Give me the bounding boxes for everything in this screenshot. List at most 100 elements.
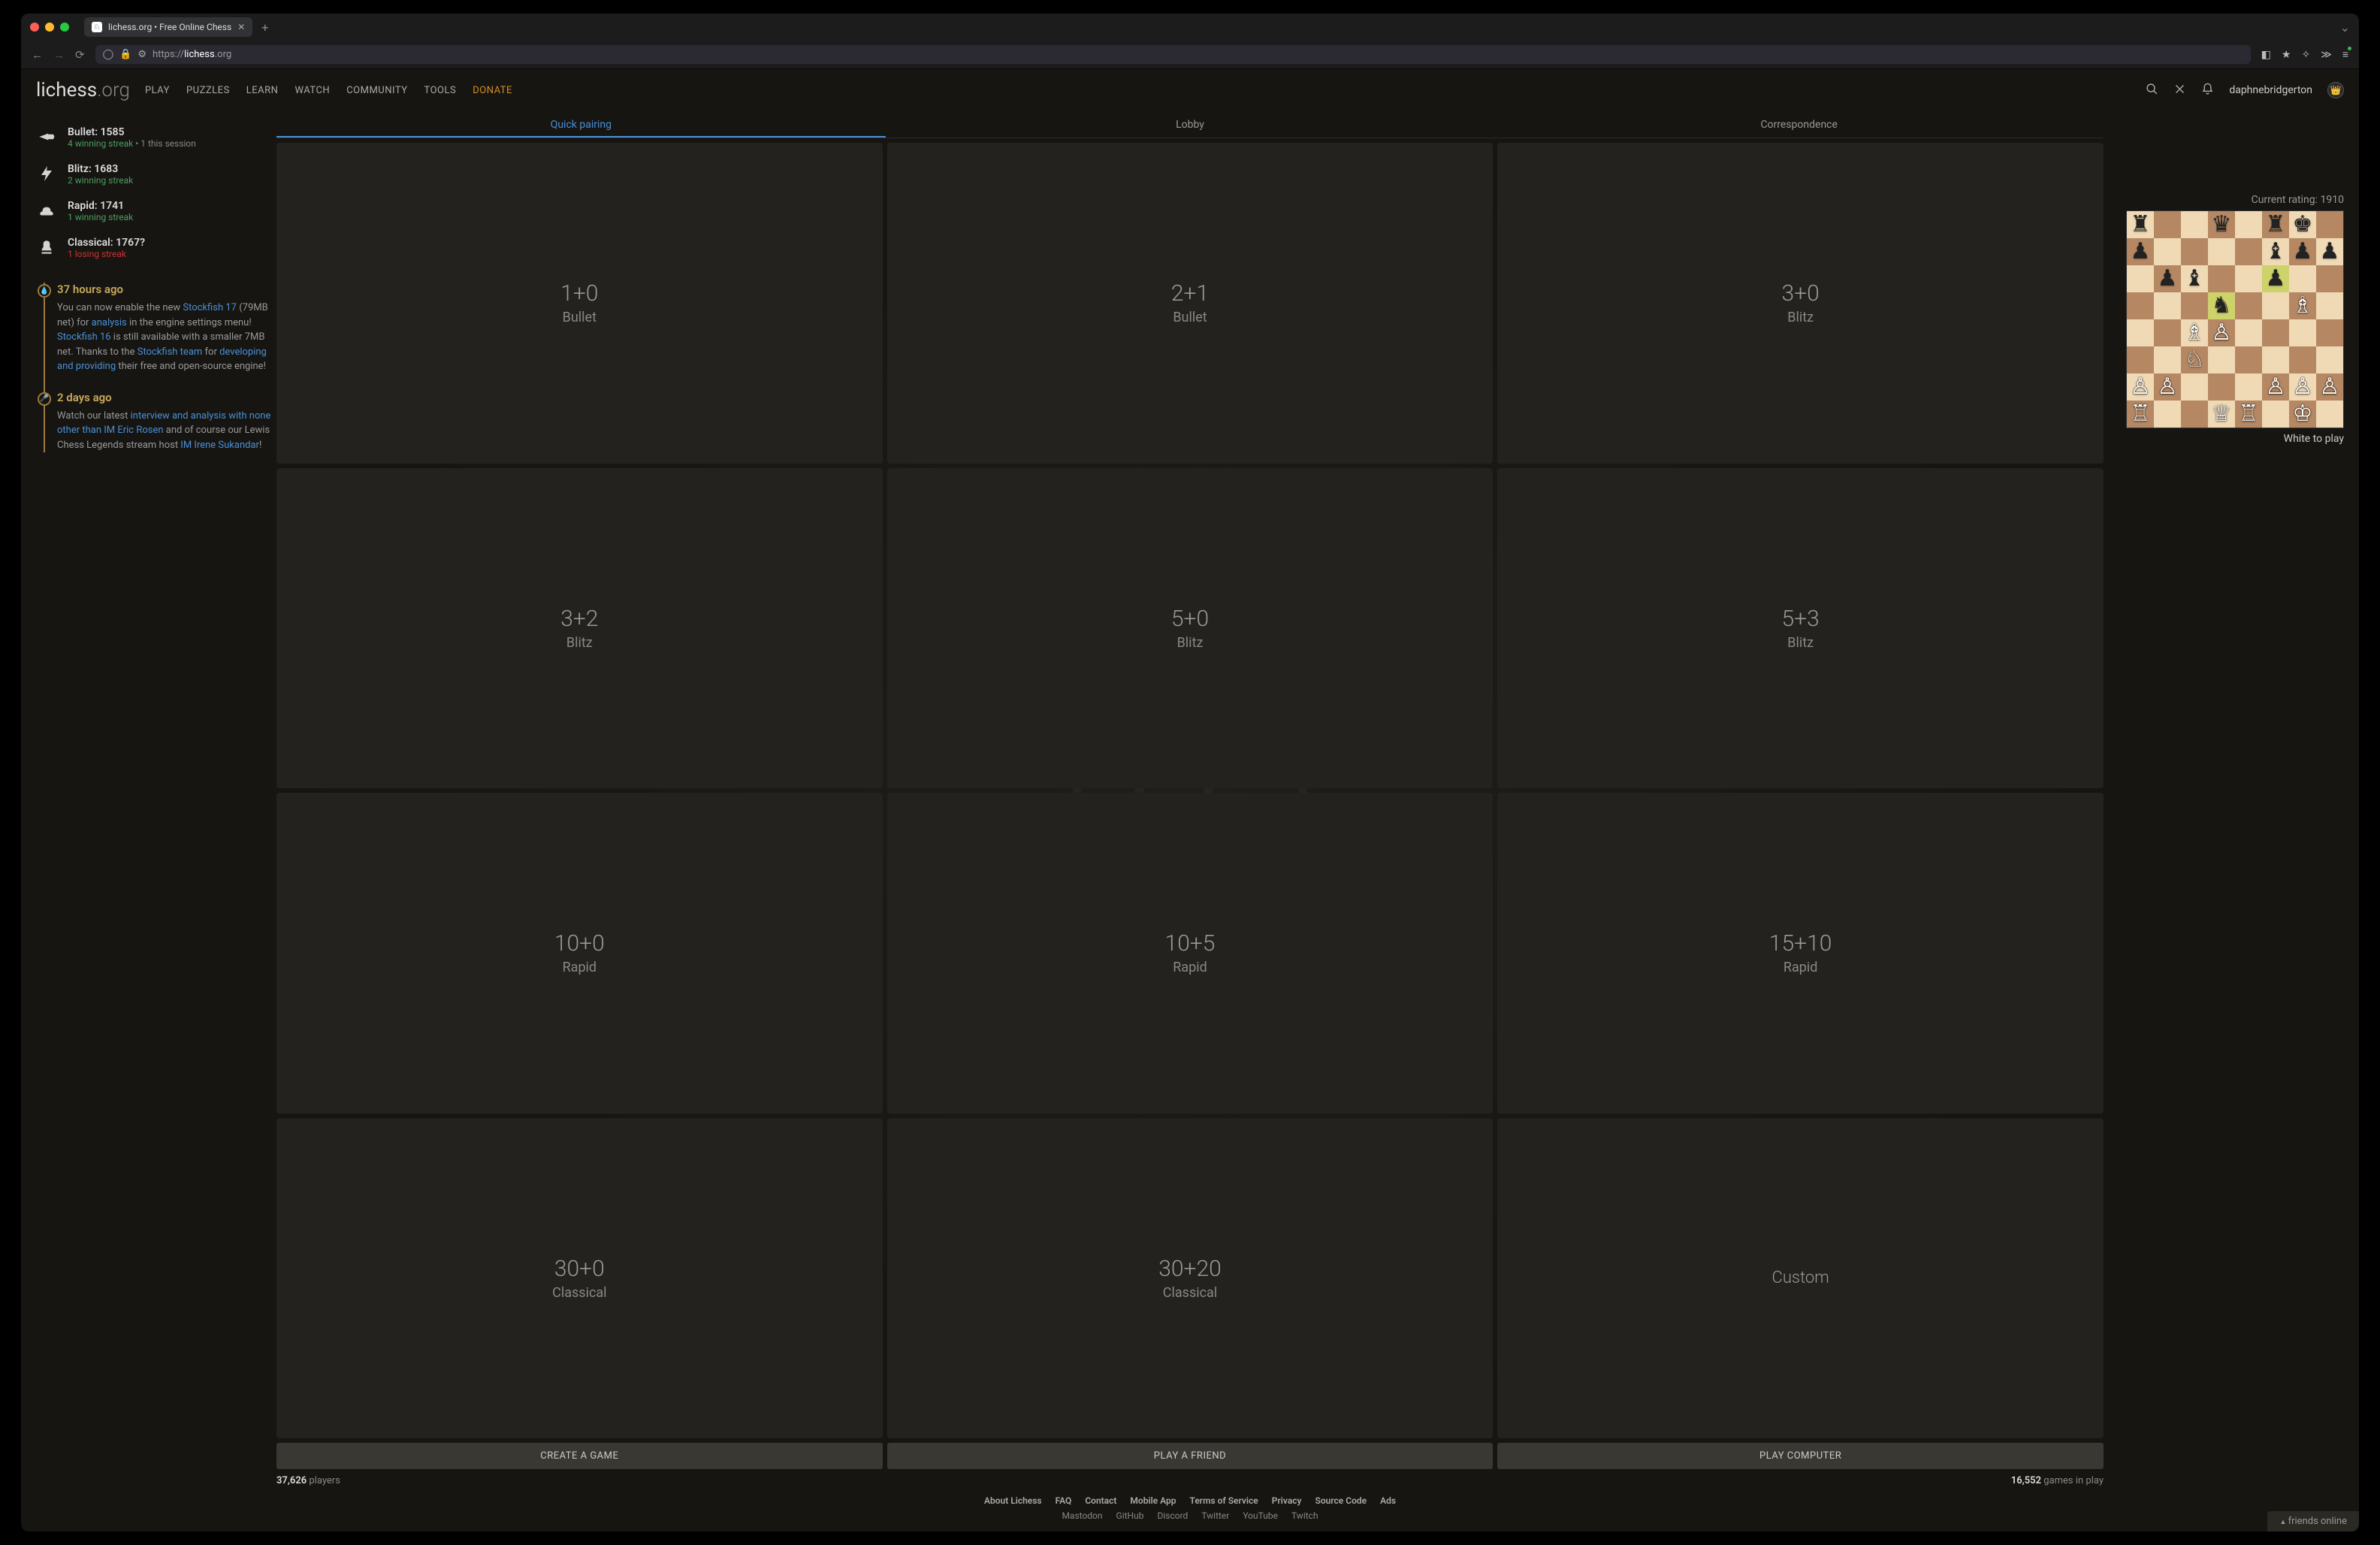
pair-tile-10-0[interactable]: 10+0Rapid <box>276 793 883 1114</box>
new-tab-button[interactable]: + <box>261 20 268 35</box>
lobby-tab-correspondence[interactable]: Correspondence <box>1494 111 2104 138</box>
search-icon[interactable] <box>2146 83 2158 98</box>
square-h7[interactable]: ♟ <box>2316 238 2343 265</box>
square-f1[interactable] <box>2262 401 2289 428</box>
square-c5[interactable] <box>2181 292 2208 319</box>
square-b2[interactable]: ♙ <box>2154 373 2181 401</box>
square-e5[interactable] <box>2235 292 2262 319</box>
square-g4[interactable] <box>2289 319 2316 346</box>
action-create-a-game[interactable]: CREATE A GAME <box>276 1443 883 1469</box>
square-e2[interactable] <box>2235 373 2262 401</box>
square-g1[interactable]: ♔ <box>2289 401 2316 428</box>
rating-rapid[interactable]: Rapid: 1741 1 winning streak <box>36 200 276 223</box>
pair-tile-3-0[interactable]: 3+0Blitz <box>1497 143 2104 464</box>
minimize-window-button[interactable] <box>45 23 54 32</box>
square-f3[interactable] <box>2262 346 2289 373</box>
square-d8[interactable]: ♛ <box>2208 211 2235 238</box>
square-c3[interactable]: ♘ <box>2181 346 2208 373</box>
timeline-link[interactable]: interview and analysis with none other t… <box>57 410 270 437</box>
back-button[interactable]: ← <box>32 48 43 62</box>
pair-tile-3-2[interactable]: 3+2Blitz <box>276 468 883 789</box>
address-bar[interactable]: ◯ 🔒 ⚙ https://lichess.org <box>95 45 2251 64</box>
nav-community[interactable]: COMMUNITY <box>346 85 407 96</box>
square-f8[interactable]: ♜ <box>2262 211 2289 238</box>
footer-link[interactable]: Twitter <box>1201 1510 1229 1521</box>
square-e3[interactable] <box>2235 346 2262 373</box>
bell-icon[interactable] <box>2201 83 2214 98</box>
rating-classical[interactable]: Classical: 1767? 1 losing streak <box>36 237 276 260</box>
lobby-tab-quick-pairing[interactable]: Quick pairing <box>276 111 886 138</box>
forward-button[interactable]: → <box>53 48 65 62</box>
footer-link[interactable]: Source Code <box>1315 1495 1367 1506</box>
pair-tile-15-10[interactable]: 15+10Rapid <box>1497 793 2104 1114</box>
nav-puzzles[interactable]: PUZZLES <box>186 85 230 96</box>
footer-link[interactable]: Terms of Service <box>1190 1495 1258 1506</box>
extensions-button[interactable]: ✧ <box>2301 49 2310 61</box>
square-c6[interactable]: ♝ <box>2181 265 2208 292</box>
square-f2[interactable]: ♙ <box>2262 373 2289 401</box>
challenge-icon[interactable] <box>2173 83 2186 98</box>
square-a5[interactable] <box>2127 292 2154 319</box>
timeline-link[interactable]: IM Irene Sukandar <box>180 440 259 451</box>
square-e6[interactable] <box>2235 265 2262 292</box>
square-h1[interactable] <box>2316 401 2343 428</box>
square-e8[interactable] <box>2235 211 2262 238</box>
square-f6[interactable]: ♟ <box>2262 265 2289 292</box>
square-h5[interactable] <box>2316 292 2343 319</box>
hamburger-menu-icon[interactable]: ≡ <box>2342 48 2348 61</box>
pair-tile-5-0[interactable]: 5+0Blitz <box>887 468 1494 789</box>
footer-link[interactable]: Mobile App <box>1130 1495 1176 1506</box>
square-a2[interactable]: ♙ <box>2127 373 2154 401</box>
square-a1[interactable]: ♖ <box>2127 401 2154 428</box>
square-b1[interactable] <box>2154 401 2181 428</box>
timeline-link[interactable]: Stockfish 16 <box>57 331 111 343</box>
pair-tile-30-0[interactable]: 30+0Classical <box>276 1118 883 1439</box>
square-d6[interactable] <box>2208 265 2235 292</box>
square-d3[interactable] <box>2208 346 2235 373</box>
square-b4[interactable] <box>2154 319 2181 346</box>
footer-link[interactable]: About Lichess <box>984 1495 1042 1506</box>
square-c1[interactable] <box>2181 401 2208 428</box>
footer-link[interactable]: Mastodon <box>1062 1510 1102 1521</box>
pair-tile-1-0[interactable]: 1+0Bullet <box>276 143 883 464</box>
footer-link[interactable]: FAQ <box>1056 1495 1072 1506</box>
footer-link[interactable]: GitHub <box>1116 1510 1144 1521</box>
pair-tile-5-3[interactable]: 5+3Blitz <box>1497 468 2104 789</box>
square-h4[interactable] <box>2316 319 2343 346</box>
square-d1[interactable]: ♕ <box>2208 401 2235 428</box>
square-d4[interactable]: ♙ <box>2208 319 2235 346</box>
rating-bullet[interactable]: Bullet: 1585 4 winning streak • 1 this s… <box>36 126 276 150</box>
browser-tab[interactable]: ♘ lichess.org • Free Online Chess ✕ <box>84 17 252 37</box>
footer-link[interactable]: Privacy <box>1272 1495 1302 1506</box>
square-e1[interactable]: ♖ <box>2235 401 2262 428</box>
square-b3[interactable] <box>2154 346 2181 373</box>
square-b8[interactable] <box>2154 211 2181 238</box>
tab-overflow-icon[interactable]: ⌄ <box>2340 20 2350 35</box>
maximize-window-button[interactable] <box>60 23 69 32</box>
bookmark-star-icon[interactable]: ★ <box>2282 49 2291 61</box>
square-a4[interactable] <box>2127 319 2154 346</box>
square-f5[interactable] <box>2262 292 2289 319</box>
square-g2[interactable]: ♙ <box>2289 373 2316 401</box>
pair-tile-2-1[interactable]: 2+1Bullet <box>887 143 1494 464</box>
square-a8[interactable]: ♜ <box>2127 211 2154 238</box>
square-g5[interactable]: ♗ <box>2289 292 2316 319</box>
square-e7[interactable] <box>2235 238 2262 265</box>
action-play-a-friend[interactable]: PLAY A FRIEND <box>887 1443 1494 1469</box>
square-a6[interactable] <box>2127 265 2154 292</box>
square-f7[interactable]: ♝ <box>2262 238 2289 265</box>
pair-tile-30-20[interactable]: 30+20Classical <box>887 1118 1494 1439</box>
square-a7[interactable]: ♟ <box>2127 238 2154 265</box>
extension-icon[interactable]: ◧ <box>2261 49 2271 61</box>
close-window-button[interactable] <box>30 23 39 32</box>
timeline-link[interactable]: analysis <box>92 317 127 328</box>
timeline-link[interactable]: Stockfish team <box>137 346 203 358</box>
square-h8[interactable] <box>2316 211 2343 238</box>
square-d5[interactable]: ♞ <box>2208 292 2235 319</box>
nav-play[interactable]: PLAY <box>145 85 170 96</box>
friends-online-toggle[interactable]: friends online <box>2267 1511 2359 1531</box>
square-h2[interactable]: ♙ <box>2316 373 2343 401</box>
reload-button[interactable]: ⟳ <box>75 48 85 62</box>
square-b6[interactable]: ♟ <box>2154 265 2181 292</box>
pair-tile-custom[interactable]: Custom <box>1497 1118 2104 1439</box>
